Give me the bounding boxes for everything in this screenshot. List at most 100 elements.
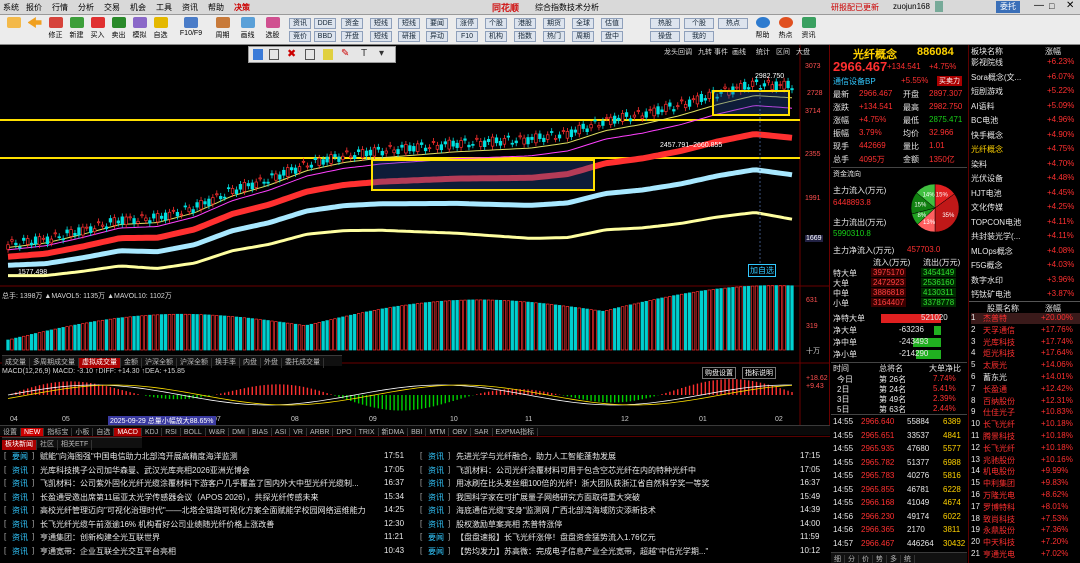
color-tool-icon[interactable]: ✎ bbox=[341, 48, 349, 59]
username-label[interactable]: zuojun168 bbox=[893, 2, 930, 11]
news-item[interactable]: [资讯] 飞凯材料：公司紫外固化光纤光缆涂覆材料下游客户几乎覆盖了国内外大中型光纤… bbox=[4, 478, 410, 489]
text-tool-icon[interactable]: T bbox=[361, 48, 367, 59]
sector-row[interactable]: TOPCON电池 +4.11% bbox=[971, 217, 1080, 228]
news-item[interactable]: [资讯] 长盈通受邀出席第11届亚太光学传感器会议（APOS 2026），共探光纤… bbox=[4, 492, 410, 503]
chip-research[interactable]: 研报 bbox=[398, 31, 420, 42]
back-button[interactable] bbox=[24, 16, 45, 43]
stock-row[interactable]: 10 长飞光纤 +10.18% bbox=[971, 419, 1080, 430]
stock-row[interactable]: 14 机电股份 +9.99% bbox=[971, 466, 1080, 477]
vol-tab-multi[interactable]: 多周期成交量 bbox=[30, 358, 79, 368]
sector-row[interactable]: 光纤概念 +4.75% bbox=[971, 144, 1080, 155]
stock-row[interactable]: 2 天孚通信 +17.76% bbox=[971, 325, 1080, 336]
chip-news[interactable]: 资讯 bbox=[289, 18, 311, 29]
stock-row[interactable]: 13 兆驰股份 +10.16% bbox=[971, 455, 1080, 466]
sector-row[interactable]: 钙钛矿电池 +3.87% bbox=[971, 289, 1080, 300]
sector-row[interactable]: BC电池 +4.96% bbox=[971, 115, 1080, 126]
news-item[interactable]: [资讯] 高校光纤管理迈向"可视化治理时代"——北塔全链路可视化方案全面赋能学校园… bbox=[4, 505, 410, 516]
chip-global[interactable]: 全球 bbox=[572, 18, 594, 29]
sector-row[interactable]: 快手概念 +4.90% bbox=[971, 130, 1080, 141]
menu-tools[interactable]: 工具 bbox=[156, 2, 172, 13]
main-chart-area[interactable]: ✖ ✎ T ▾ 龙头回调 九转 事件 画线 统计 区间 大盘 2982.750 … bbox=[0, 45, 830, 435]
menu-opportunity[interactable]: 机会 bbox=[130, 2, 146, 13]
chip-valuation[interactable]: 估值 bbox=[601, 18, 623, 29]
minimize-icon[interactable]: — bbox=[1034, 0, 1044, 11]
chip-auction[interactable]: 竞价 bbox=[289, 31, 311, 42]
chip-futures[interactable]: 期货 bbox=[543, 18, 565, 29]
chart-tab-range[interactable]: 区间 bbox=[776, 47, 790, 57]
simulate-button[interactable]: 模拟 bbox=[129, 16, 150, 43]
news-tab-etf[interactable]: 相关ETF bbox=[58, 440, 93, 450]
sector-row[interactable]: 数字水印 +3.96% bbox=[971, 275, 1080, 286]
news-item[interactable]: [资讯] 亨通集团：创新构建全光互联世界 11:21 bbox=[4, 532, 410, 543]
news-item[interactable]: [资讯] 我国科学家在可扩展量子网络研究方面取得重大突破 15:49 bbox=[420, 492, 826, 503]
chart-tab-event[interactable]: 事件 bbox=[714, 47, 728, 57]
chip-headline[interactable]: 要闻 bbox=[426, 18, 448, 29]
menu-market[interactable]: 行情 bbox=[52, 2, 68, 13]
vol-tab-order[interactable]: 委托成交量 bbox=[282, 358, 324, 368]
period-button[interactable]: 周期 bbox=[212, 16, 233, 43]
macd-settings-button[interactable]: 购盘设置 bbox=[702, 367, 736, 379]
chip-hk[interactable]: 港股 bbox=[514, 18, 536, 29]
menu-analysis[interactable]: 分析 bbox=[78, 2, 94, 13]
news-item[interactable]: [资讯] 用冰刷在比头发丝细100倍的光纤！浙大团队获浙江省自然科学奖一等奖 16:… bbox=[420, 478, 826, 489]
stock-row[interactable]: 19 永鼎股份 +7.36% bbox=[971, 525, 1080, 536]
entrust-button[interactable]: 委托 bbox=[996, 1, 1020, 13]
sell-button[interactable]: 卖出 bbox=[108, 16, 129, 43]
stock-row[interactable]: 7 长盈通 +12.42% bbox=[971, 384, 1080, 395]
close-icon[interactable]: ✕ bbox=[1066, 0, 1074, 11]
vol-tab-outer[interactable]: 外盘 bbox=[261, 358, 282, 368]
more-tool-icon[interactable]: ▾ bbox=[379, 48, 384, 59]
chart-tag[interactable]: 龙头回调 bbox=[664, 47, 692, 57]
new-button[interactable]: 新建 bbox=[66, 16, 87, 43]
hotspot-tool-button[interactable]: 热点 bbox=[775, 16, 796, 43]
menu-system[interactable]: 系统 bbox=[3, 2, 19, 13]
line-tool-icon[interactable] bbox=[269, 49, 279, 60]
sector-row[interactable]: F5G概念 +4.03% bbox=[971, 260, 1080, 271]
stock-picker-button[interactable]: 选股 bbox=[262, 16, 283, 43]
sector-row[interactable]: HJT电池 +4.45% bbox=[971, 188, 1080, 199]
chip-abnormal[interactable]: 异动 bbox=[426, 31, 448, 42]
stock-row[interactable]: 20 中天科技 +7.20% bbox=[971, 537, 1080, 548]
help-button[interactable]: 帮助 bbox=[752, 16, 773, 43]
sector-row[interactable]: 光伏设备 +4.48% bbox=[971, 173, 1080, 184]
stock-row[interactable]: 17 罗博特科 +8.01% bbox=[971, 502, 1080, 513]
news-item[interactable]: [资讯] 长飞光纤光缆午前涨逾16% 机构看好公司业绩随光纤价格上涨改善 12:30 bbox=[4, 519, 410, 530]
delete-tool-icon[interactable]: ✖ bbox=[287, 47, 296, 60]
menu-help[interactable]: 帮助 bbox=[208, 2, 224, 13]
news-tab-sector[interactable]: 板块新闻 bbox=[2, 440, 37, 450]
menu-quote[interactable]: 报价 bbox=[26, 2, 42, 13]
fix-button[interactable]: 修正 bbox=[45, 16, 66, 43]
chip-short-1[interactable]: 短线 bbox=[370, 18, 392, 29]
chip-dde[interactable]: DDE bbox=[314, 18, 336, 29]
news-item[interactable]: [资讯] 海底通信光缆"安身"监测网 广西北部湾海域防灾添新技术 14:39 bbox=[420, 505, 826, 516]
chip-stock[interactable]: 个股 bbox=[485, 18, 507, 29]
news-item[interactable]: [要闻] 赋能"向海图强"中国电信助力北部湾开展高精度海洋监测 17:51 bbox=[4, 451, 410, 462]
highlight-tool-icon[interactable] bbox=[323, 49, 333, 60]
tick-tab-detail[interactable]: 细 bbox=[831, 555, 845, 563]
stock-row[interactable]: 9 仕佳光子 +10.83% bbox=[971, 407, 1080, 418]
mine-button[interactable]: 我的 bbox=[684, 31, 714, 42]
chart-tab-stats[interactable]: 统计 bbox=[756, 47, 770, 57]
stock-row[interactable]: 16 万隆光电 +8.62% bbox=[971, 490, 1080, 501]
tick-tab-trend[interactable]: 势 bbox=[873, 555, 887, 563]
chip-intraday[interactable]: 盘中 bbox=[601, 31, 623, 42]
home-button[interactable] bbox=[3, 16, 24, 43]
macd-help-button[interactable]: 指标说明 bbox=[742, 367, 776, 379]
chart-tab-nine[interactable]: 九转 bbox=[698, 47, 712, 57]
news-tab-community[interactable]: 社区 bbox=[37, 440, 58, 450]
stock-row[interactable]: 18 致尚科技 +7.53% bbox=[971, 514, 1080, 525]
operate-button[interactable]: 操盘 bbox=[650, 31, 680, 42]
stock-row[interactable]: 1 杰普特 +20.00% bbox=[971, 313, 1080, 324]
sector-header-name[interactable]: 板块名称 bbox=[971, 46, 1003, 57]
stock-row[interactable]: 21 亨通光电 +7.02% bbox=[971, 549, 1080, 560]
menu-decision[interactable]: 决策 bbox=[234, 2, 250, 13]
menu-trade[interactable]: 交易 bbox=[104, 2, 120, 13]
chip-institution[interactable]: 机构 bbox=[485, 31, 507, 42]
sector-row[interactable]: MLOps概念 +4.08% bbox=[971, 246, 1080, 257]
sector-row[interactable]: AI语料 +5.09% bbox=[971, 101, 1080, 112]
stock-row[interactable]: 11 腾景科技 +10.18% bbox=[971, 431, 1080, 442]
sector-row[interactable]: 共封装光学(... +4.11% bbox=[971, 231, 1080, 242]
buy-sell-power-button[interactable]: 买卖力 bbox=[937, 76, 962, 86]
tick-tab-multi[interactable]: 多 bbox=[887, 555, 901, 563]
news-item[interactable]: [资讯] 光库科技携子公司加华森曼、武汉光库亮相2026亚洲光博会 17:05 bbox=[4, 465, 410, 476]
